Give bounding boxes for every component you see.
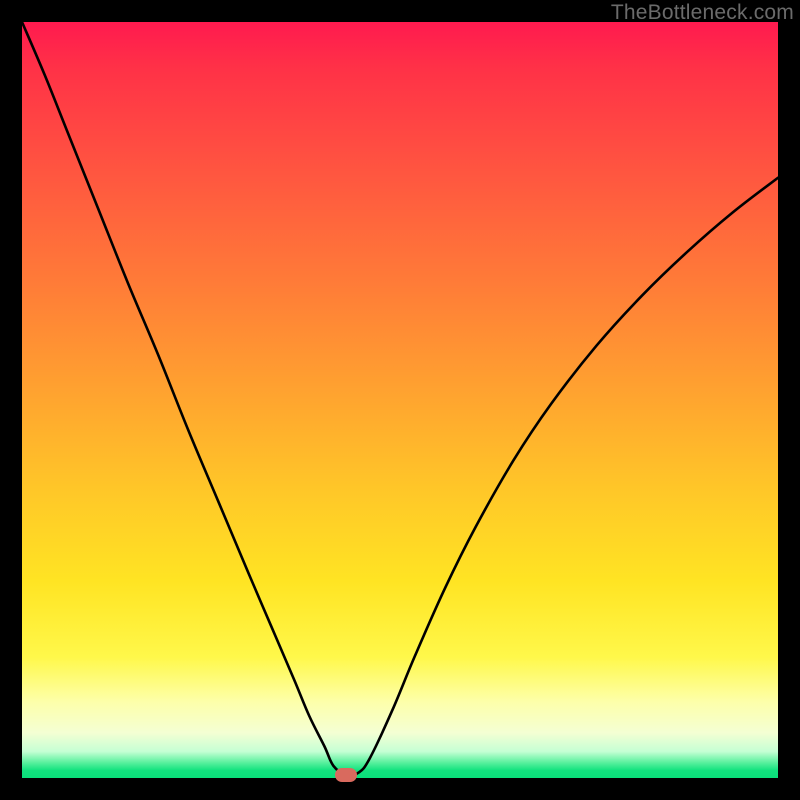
- bottleneck-curve: [22, 22, 778, 778]
- plot-area: [22, 22, 778, 778]
- chart-frame: TheBottleneck.com: [0, 0, 800, 800]
- minimum-marker: [335, 768, 357, 782]
- watermark-text: TheBottleneck.com: [611, 1, 794, 25]
